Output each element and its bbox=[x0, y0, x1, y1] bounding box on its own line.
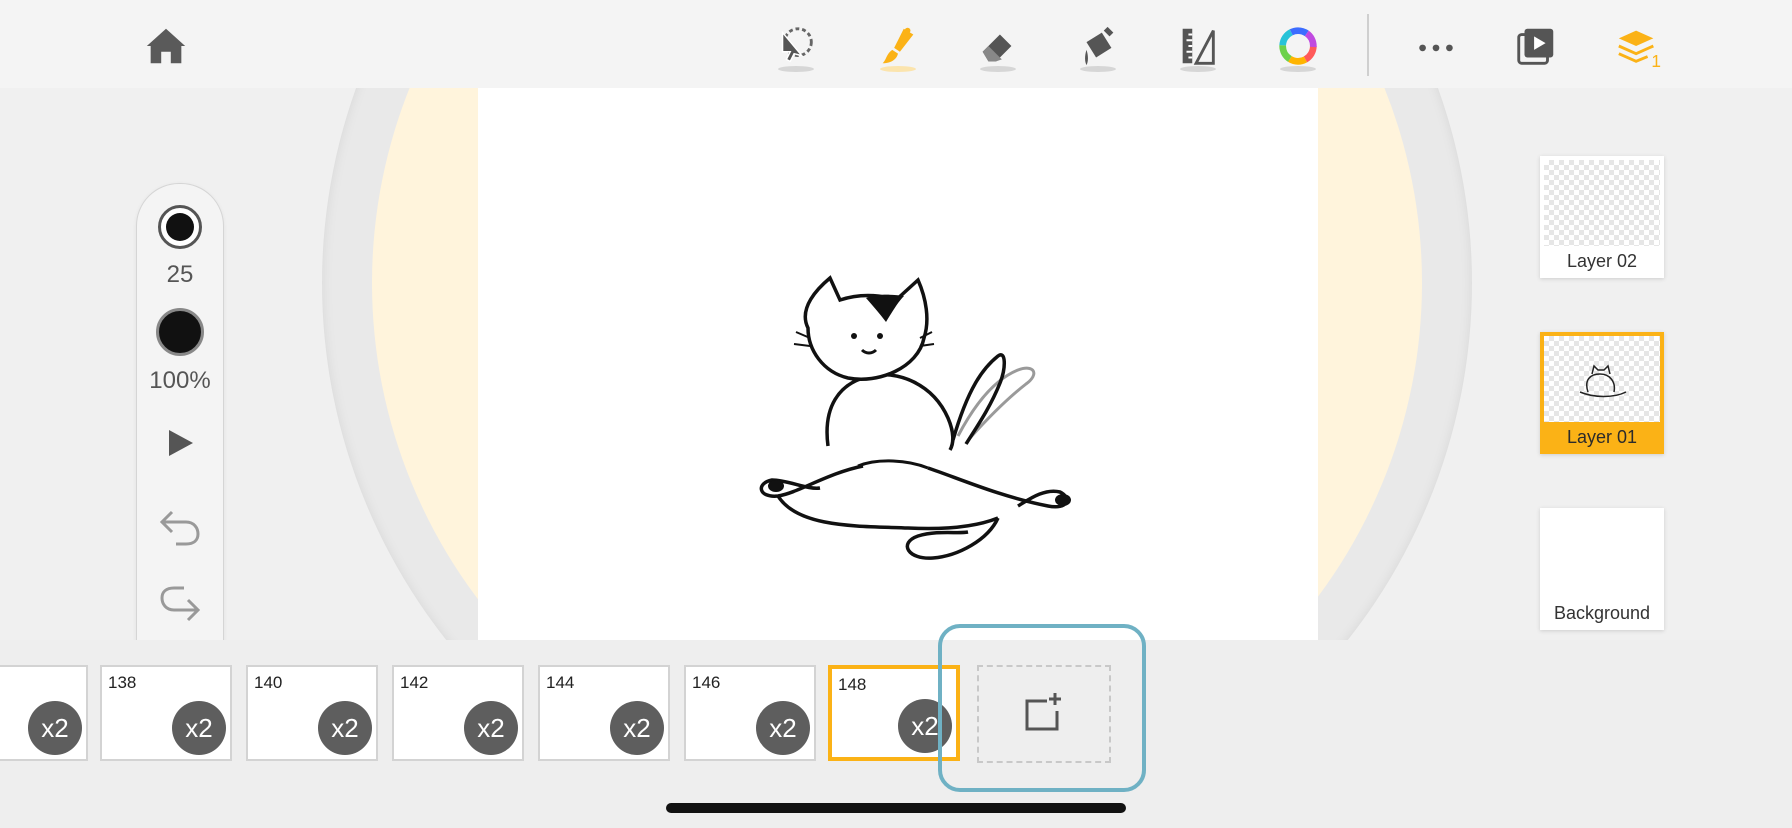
redo-icon bbox=[160, 586, 201, 622]
playback-icon bbox=[1517, 28, 1554, 65]
eraser-button[interactable] bbox=[970, 18, 1026, 74]
color-wheel-icon bbox=[1279, 27, 1317, 65]
layer-item-background[interactable]: Background bbox=[1540, 508, 1664, 630]
home-indicator bbox=[666, 803, 1126, 813]
layer-thumbnail bbox=[1544, 160, 1660, 246]
layers-count: 1 bbox=[1651, 51, 1661, 69]
frame-hold-badge: x2 bbox=[756, 701, 810, 755]
paint-bucket-icon bbox=[1085, 26, 1114, 66]
frame-number: 146 bbox=[692, 673, 721, 692]
top-toolbar: 1 bbox=[0, 0, 1792, 88]
layer-thumbnail-cat bbox=[1579, 364, 1627, 398]
frame-thumbnail[interactable]: x2 bbox=[0, 665, 88, 761]
opacity-preview bbox=[156, 308, 204, 356]
frame-hold-badge: x2 bbox=[318, 701, 372, 755]
lasso-select-button[interactable] bbox=[768, 18, 824, 74]
brush-button[interactable] bbox=[870, 18, 926, 74]
frame-hold-badge: x2 bbox=[610, 701, 664, 755]
frame-thumbnail[interactable]: 142 x2 bbox=[392, 665, 524, 761]
frame-number: 144 bbox=[546, 673, 575, 692]
frame-thumbnail[interactable]: 146 x2 bbox=[684, 665, 816, 761]
brush-size-control[interactable] bbox=[137, 205, 223, 249]
drawing-canvas[interactable] bbox=[478, 88, 1318, 640]
redo-button[interactable] bbox=[137, 586, 223, 626]
layer-item-layer-02[interactable]: Layer 02 bbox=[1540, 156, 1664, 278]
layer-label: Layer 02 bbox=[1566, 251, 1638, 271]
color-picker-button[interactable] bbox=[1270, 18, 1326, 74]
frame-thumbnail[interactable]: 144 x2 bbox=[538, 665, 670, 761]
play-button[interactable] bbox=[137, 428, 223, 458]
toolbar-divider bbox=[1367, 14, 1369, 76]
opacity-control[interactable] bbox=[137, 308, 223, 356]
more-icon bbox=[1419, 44, 1453, 52]
opacity-value: 100% bbox=[149, 367, 211, 394]
frame-thumbnail[interactable]: 138 x2 bbox=[100, 665, 232, 761]
layer-label: Layer 01 bbox=[1566, 427, 1638, 447]
layers-button[interactable]: 1 bbox=[1610, 18, 1666, 74]
cat-drawing bbox=[759, 275, 1071, 560]
layer-thumbnail bbox=[1544, 512, 1660, 598]
frame-number: 140 bbox=[254, 673, 283, 692]
home-icon bbox=[146, 28, 186, 64]
play-icon bbox=[169, 430, 193, 456]
more-button[interactable] bbox=[1408, 18, 1464, 74]
drawing-stage bbox=[0, 88, 1792, 640]
frame-hold-badge: x2 bbox=[464, 701, 518, 755]
lasso-select-icon bbox=[781, 27, 813, 63]
layer-thumbnail bbox=[1544, 336, 1660, 422]
layers-icon: 1 bbox=[1618, 30, 1661, 69]
eraser-icon bbox=[982, 34, 1012, 62]
paint-bucket-button[interactable] bbox=[1070, 18, 1126, 74]
frame-timeline: x2 138 x2 140 x2 142 x2 144 x2 146 x2 14… bbox=[0, 640, 1792, 828]
brush-size-value: 25 bbox=[166, 261, 194, 288]
layer-item-layer-01[interactable]: Layer 01 bbox=[1540, 332, 1664, 454]
brush-icon bbox=[882, 27, 914, 64]
undo-icon bbox=[159, 510, 200, 546]
ruler-button[interactable] bbox=[1170, 18, 1226, 74]
undo-button[interactable] bbox=[137, 506, 223, 546]
frame-number: 148 bbox=[838, 675, 867, 694]
layer-label: Background bbox=[1553, 603, 1651, 623]
home-button[interactable] bbox=[138, 18, 194, 74]
frame-thumbnail[interactable]: 140 x2 bbox=[246, 665, 378, 761]
frame-number: 142 bbox=[400, 673, 429, 692]
frame-number: 138 bbox=[108, 673, 137, 692]
playback-button[interactable] bbox=[1508, 18, 1564, 74]
brush-size-preview bbox=[158, 205, 202, 249]
ruler-icon bbox=[1182, 28, 1215, 65]
frame-hold-badge: x2 bbox=[172, 701, 226, 755]
add-frame-highlight bbox=[938, 624, 1146, 792]
frame-hold-badge: x2 bbox=[28, 701, 82, 755]
